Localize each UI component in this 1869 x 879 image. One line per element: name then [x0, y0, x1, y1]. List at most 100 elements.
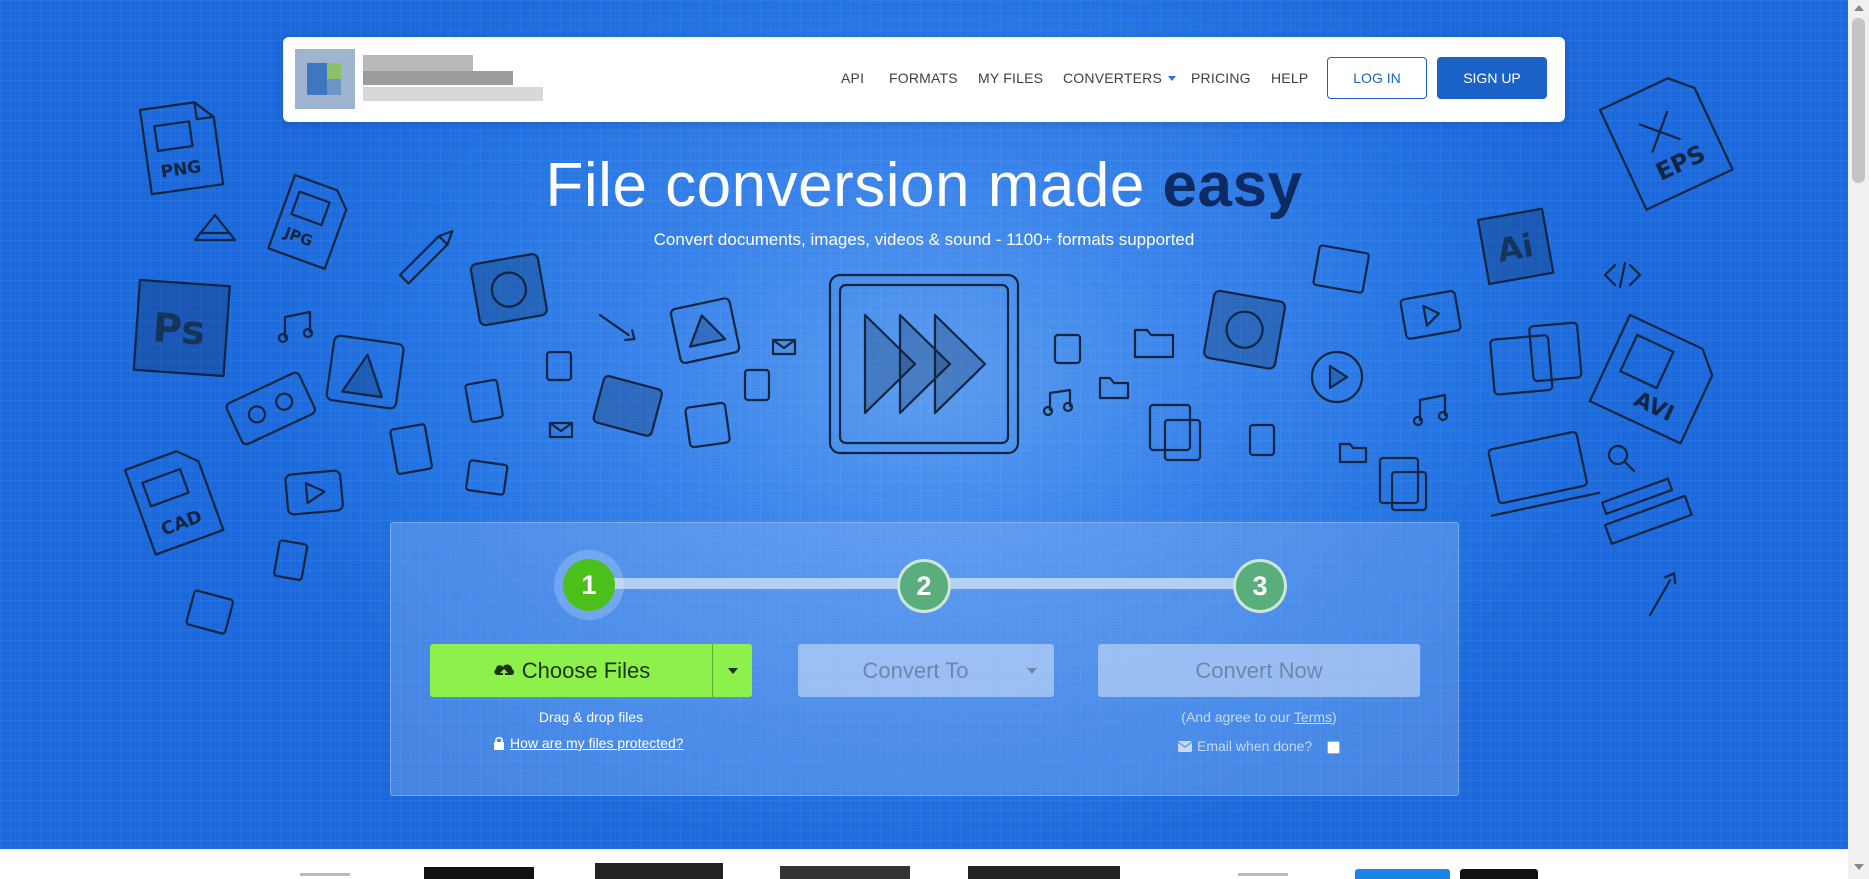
wrench-icon [598, 313, 636, 342]
mp3-file-icon [464, 378, 504, 424]
conversion-panel: 1 2 3 Choose Files Convert To Convert No… [390, 522, 1459, 796]
signup-button[interactable]: SIGN UP [1437, 57, 1547, 99]
mail-icon [548, 421, 574, 439]
scrollbar-thumb[interactable] [1852, 18, 1865, 183]
clipboard-icon-2 [1378, 456, 1428, 512]
mov-file-icon [389, 423, 433, 475]
princeton-logo [595, 863, 723, 879]
step-1-indicator: 1 [563, 559, 615, 611]
terms-suffix: ) [1332, 709, 1337, 725]
cad-file-icon: CAD [123, 450, 225, 556]
site-logo[interactable] [295, 49, 545, 109]
bbc-logo [424, 867, 534, 879]
choose-files-button[interactable]: Choose Files [430, 644, 752, 697]
email-label: Email when done? [1197, 738, 1313, 754]
terms-link[interactable]: Terms [1294, 709, 1332, 725]
music-icon-2 [1042, 388, 1074, 417]
files-protected-link[interactable]: How are my files protected? [493, 735, 684, 751]
page-scrollbar[interactable] [1848, 0, 1869, 879]
choose-files-label: Choose Files [430, 644, 712, 697]
small-file-icon [273, 539, 309, 581]
app-store-badge[interactable] [1355, 869, 1450, 879]
laptop-icon [1487, 430, 1601, 517]
folder-icon-3 [1338, 442, 1368, 464]
music-icon-3 [1412, 393, 1449, 427]
chevron-down-icon [1167, 76, 1176, 81]
store-text [1238, 873, 1288, 876]
discovery-logo [968, 866, 1120, 879]
svg-text:AVI: AVI [1630, 387, 1677, 427]
lock-icon [494, 736, 504, 750]
convert-now-button[interactable]: Convert Now [1098, 644, 1420, 697]
email-checkbox[interactable] [1327, 741, 1340, 754]
email-when-done: Email when done? [1177, 738, 1313, 754]
doc-icon [684, 401, 731, 449]
refresh-icon-2 [1203, 289, 1287, 370]
code-icon [1603, 261, 1642, 289]
refresh-icon [469, 253, 548, 327]
nav-my-files[interactable]: MY FILES [978, 70, 1043, 86]
step-2-indicator: 2 [897, 559, 951, 613]
mail-icon-2 [771, 338, 797, 356]
small-file-icon-2 [545, 350, 573, 382]
step-3-indicator: 3 [1233, 559, 1287, 613]
convert-to-select[interactable]: Convert To [798, 644, 1054, 697]
nav-converters-label: CONVERTERS [1063, 70, 1162, 86]
folder-icon [1133, 328, 1175, 359]
file-icon-5 [1248, 423, 1276, 457]
cab-file-icon [185, 589, 235, 635]
choose-files-dropdown[interactable] [713, 644, 752, 697]
scroll-up-icon[interactable] [1854, 5, 1864, 11]
video-file-icon [1399, 289, 1462, 340]
trusted-by-text [300, 873, 350, 876]
envelope-icon [1177, 741, 1193, 752]
cassette-icon [225, 371, 316, 446]
photoshop-file-icon: Ps [132, 278, 231, 378]
cloud-upload-icon [494, 664, 514, 680]
clipboard-icon [1148, 403, 1202, 462]
choose-files-text: Choose Files [521, 658, 651, 683]
drag-drop-hint: Drag & drop files [538, 709, 644, 725]
nav-help[interactable]: HELP [1271, 70, 1308, 86]
triangle-icon [325, 334, 405, 410]
file-icon-4 [1053, 333, 1082, 365]
play-circle-icon [1310, 350, 1364, 404]
play-box-icon [284, 469, 344, 516]
music-icon [277, 310, 314, 344]
fast-forward-icon [828, 273, 1020, 455]
wrench-icon-2 [1648, 572, 1677, 617]
nav-converters[interactable]: CONVERTERS [1063, 70, 1176, 86]
caret-down-icon [1027, 668, 1037, 674]
netflix-logo [780, 866, 910, 879]
svg-text:CAD: CAD [158, 506, 205, 540]
share-icon [669, 297, 741, 364]
video-strip-icon [592, 375, 663, 437]
folder-icon-2 [1098, 376, 1130, 400]
login-button[interactable]: LOG IN [1327, 57, 1427, 99]
page-title-accent: easy [1162, 151, 1303, 220]
svg-text:Ps: Ps [151, 305, 207, 355]
files-protected-text: How are my files protected? [510, 735, 684, 751]
page-title: File conversion made easy [0, 150, 1848, 221]
page-subtitle: Convert documents, images, videos & soun… [653, 230, 1195, 249]
nav-pricing[interactable]: PRICING [1191, 70, 1251, 86]
page-title-main: File conversion made [545, 151, 1163, 220]
pencil-ruler-icon [1601, 477, 1693, 545]
avi-file-icon: AVI [1588, 313, 1714, 445]
convert-to-label: Convert To [862, 658, 969, 683]
hero-section: PNG JPG Ps CAD Ai EPS AVI API FORMATS MY… [0, 0, 1848, 849]
scroll-down-icon[interactable] [1854, 864, 1864, 870]
google-play-badge[interactable] [1460, 869, 1538, 879]
terms-prefix: (And agree to our [1181, 709, 1294, 725]
search-icon [1607, 444, 1636, 473]
photo-frame-icon [1489, 321, 1583, 396]
caret-down-icon [728, 668, 738, 674]
top-navbar: API FORMATS MY FILES CONVERTERS PRICING … [283, 37, 1565, 122]
file-icon-3 [743, 368, 771, 402]
terms-notice: (And agree to our Terms) [1098, 709, 1420, 725]
image-icon [1312, 244, 1370, 294]
nav-formats[interactable]: FORMATS [889, 70, 958, 86]
nav-api[interactable]: API [841, 70, 864, 86]
image-file-icon [465, 459, 509, 496]
partner-logos-strip [0, 849, 1848, 879]
